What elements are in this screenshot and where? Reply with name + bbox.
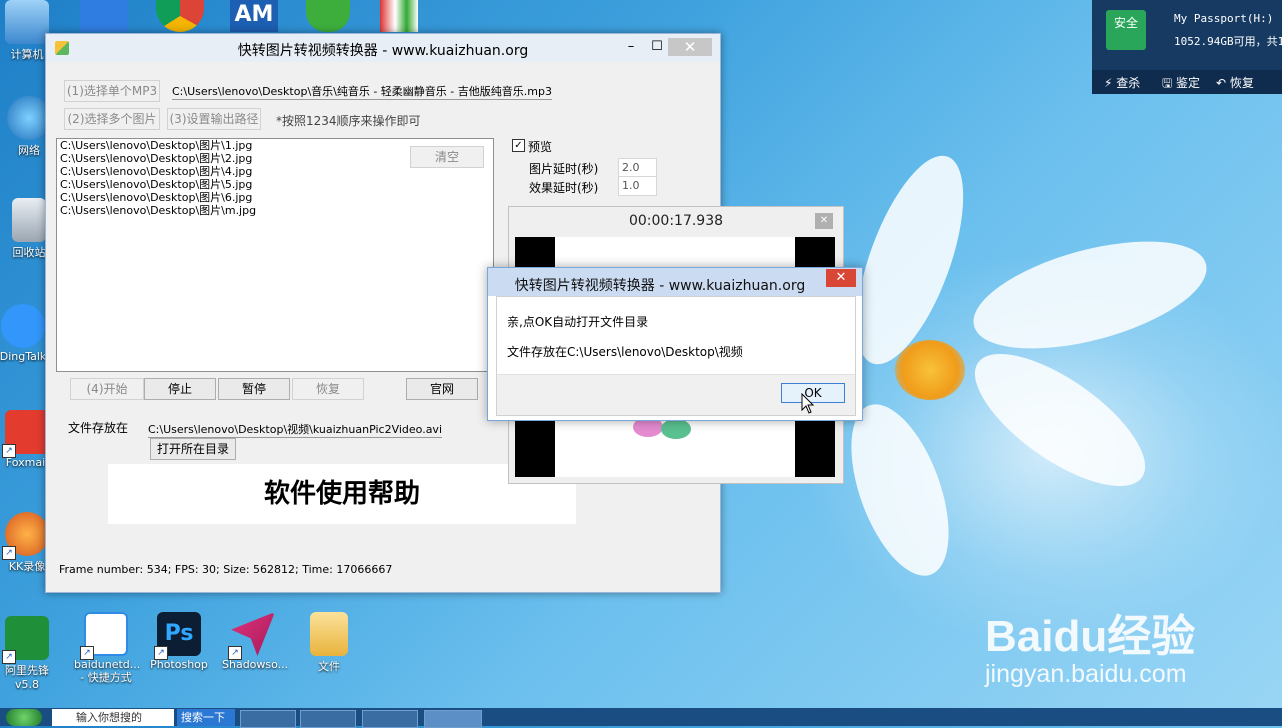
window-titlebar[interactable]: 快转图片转视频转换器 - www.kuaizhuan.org – ☐ ✕ xyxy=(46,34,720,62)
close-button[interactable]: ✕ xyxy=(668,38,712,56)
desktop-icon-shadowsocks[interactable]: ↗ Shadowso... xyxy=(222,612,288,671)
desktop-icon-folder[interactable]: 文件 xyxy=(298,612,360,674)
preview-checkbox[interactable]: ✓ xyxy=(512,139,525,152)
minimize-button[interactable]: – xyxy=(618,38,644,56)
taskbar-search-button[interactable]: 搜索一下 xyxy=(177,709,235,726)
taskbar-app-active[interactable] xyxy=(424,710,482,728)
computer-icon xyxy=(5,0,49,44)
select-mp3-button[interactable]: (1)选择单个MP3 xyxy=(64,80,160,102)
drive-name: My Passport(H:) xyxy=(1174,12,1274,25)
safe-label: 安全 xyxy=(1113,16,1138,30)
restore-label: 恢复 xyxy=(1229,76,1254,90)
shortcut-arrow-icon: ↗ xyxy=(2,650,16,664)
folder-icon xyxy=(310,612,348,656)
dialog-message: 亲,点OK自动打开文件目录 xyxy=(507,315,649,329)
scan-action[interactable]: ⚡ 查杀 xyxy=(1104,74,1140,91)
shortcut-arrow-icon: ↗ xyxy=(2,444,16,458)
preview-close-button[interactable]: ✕ xyxy=(815,213,833,229)
start-button-orb[interactable] xyxy=(6,709,42,726)
identify-label: 鉴定 xyxy=(1176,76,1201,90)
dialog-path-message: 文件存放在C:\Users\lenovo\Desktop\视频 xyxy=(507,345,743,359)
restore-action[interactable]: ↶ 恢复 xyxy=(1216,74,1254,91)
watermark-url: jingyan.baidu.com xyxy=(985,660,1187,688)
effect-delay-input[interactable]: 1.0 xyxy=(618,176,657,196)
mouse-cursor-icon xyxy=(801,393,815,414)
operation-hint: *按照1234顺序来操作即可 xyxy=(276,114,421,128)
dialog-title: 快转图片转视频转换器 - www.kuaizhuan.org xyxy=(514,278,806,294)
list-item[interactable]: C:\Users\lenovo\Desktop\图片\5.jpg xyxy=(57,178,493,191)
dialog-titlebar[interactable]: 快转图片转视频转换器 - www.kuaizhuan.org ✕ xyxy=(488,268,862,296)
chrome-icon[interactable] xyxy=(156,0,204,32)
desktop-icon-label: 阿里先锋v5.8 xyxy=(5,664,49,691)
image-file-list[interactable]: C:\Users\lenovo\Desktop\图片\1.jpg C:\User… xyxy=(56,138,494,372)
drive-free-space: 1052.94GB可用，共1 xyxy=(1174,35,1282,48)
output-path: C:\Users\lenovo\Desktop\视频\kuaizhuanPic2… xyxy=(148,423,443,438)
desktop-icon-photoshop[interactable]: Ps ↗ Photoshop xyxy=(148,612,210,671)
desktop-icon-aliassistant[interactable]: ↗ 阿里先锋v5.8 xyxy=(0,616,58,691)
drive-panel: 安全 My Passport(H:) 1052.94GB可用，共1 ⚡ 查杀 🖫… xyxy=(1092,0,1282,94)
watermark-logo: Baidu经验 xyxy=(985,612,1196,661)
balloon-image xyxy=(661,419,691,439)
dingtalk-icon xyxy=(1,304,45,348)
baidu-watermark: Baidu经验 jingyan.baidu.com xyxy=(985,600,1195,689)
security-shield-icon[interactable] xyxy=(306,0,350,32)
preview-label: 预览 xyxy=(528,140,553,154)
list-item[interactable]: C:\Users\lenovo\Desktop\图片\m.jpg xyxy=(57,204,493,217)
shortcut-arrow-icon: ↗ xyxy=(80,646,94,660)
effect-delay-label: 效果延时(秒) xyxy=(529,181,599,195)
website-button[interactable]: 官网 xyxy=(406,378,478,400)
taskbar-search-input[interactable]: 输入你想搜的 xyxy=(52,709,174,726)
scan-label: 查杀 xyxy=(1116,76,1141,90)
status-text: Frame number: 534; FPS: 30; Size: 562812… xyxy=(59,563,393,576)
image-delay-input[interactable]: 2.0 xyxy=(618,158,657,178)
stop-button[interactable]: 停止 xyxy=(144,378,216,400)
wallpaper-flower-center xyxy=(895,340,965,400)
taskbar-app[interactable] xyxy=(300,710,356,728)
message-dialog: 快转图片转视频转换器 - www.kuaizhuan.org ✕ 亲,点OK自动… xyxy=(487,267,863,421)
shortcut-arrow-icon: ↗ xyxy=(154,646,168,660)
maximize-button[interactable]: ☐ xyxy=(644,38,670,56)
clear-button[interactable]: 清空 xyxy=(410,146,484,168)
set-output-button[interactable]: (3)设置输出路径 xyxy=(167,108,261,130)
file-icon-top[interactable] xyxy=(380,0,418,32)
shortcut-arrow-icon: ↗ xyxy=(228,646,242,660)
image-delay-label: 图片延时(秒) xyxy=(529,162,599,176)
drive-actions: ⚡ 查杀 🖫 鉴定 ↶ 恢复 xyxy=(1092,70,1282,94)
desktop-icon-baidunetdisk[interactable]: ↗ baidunetd... - 快捷方式 xyxy=(74,612,141,684)
start-button[interactable]: (4)开始 xyxy=(70,378,144,400)
recycle-bin-icon xyxy=(12,198,46,242)
dialog-close-button[interactable]: ✕ xyxy=(826,269,856,287)
list-item[interactable]: C:\Users\lenovo\Desktop\图片\6.jpg xyxy=(57,191,493,204)
desktop-icon-label: baidunetd... - 快捷方式 xyxy=(74,658,141,684)
output-label: 文件存放在 xyxy=(68,421,129,435)
shortcut-arrow-icon: ↗ xyxy=(2,546,16,560)
identify-action[interactable]: 🖫 鉴定 xyxy=(1162,74,1200,95)
app-icon-top[interactable] xyxy=(80,0,128,32)
safe-drive-icon: 安全 xyxy=(1106,10,1146,50)
preview-time: 00:00:17.938 xyxy=(628,213,724,229)
pause-button[interactable]: 暂停 xyxy=(218,378,290,400)
open-directory-button[interactable]: 打开所在目录 xyxy=(150,438,236,460)
taskbar-app[interactable] xyxy=(240,710,296,728)
select-images-button[interactable]: (2)选择多个图片 xyxy=(64,108,160,130)
mp3-path: C:\Users\lenovo\Desktop\音乐\纯音乐 - 轻柔幽静音乐 … xyxy=(172,85,552,100)
taskbar: 输入你想搜的 搜索一下 xyxy=(0,708,1282,728)
resume-button[interactable]: 恢复 xyxy=(292,378,364,400)
desktop-icon-label: 文件 xyxy=(318,660,340,673)
am-app-icon[interactable]: AM xyxy=(230,0,278,32)
help-banner[interactable]: 软件使用帮助 xyxy=(108,464,576,524)
taskbar-app[interactable] xyxy=(362,710,418,728)
